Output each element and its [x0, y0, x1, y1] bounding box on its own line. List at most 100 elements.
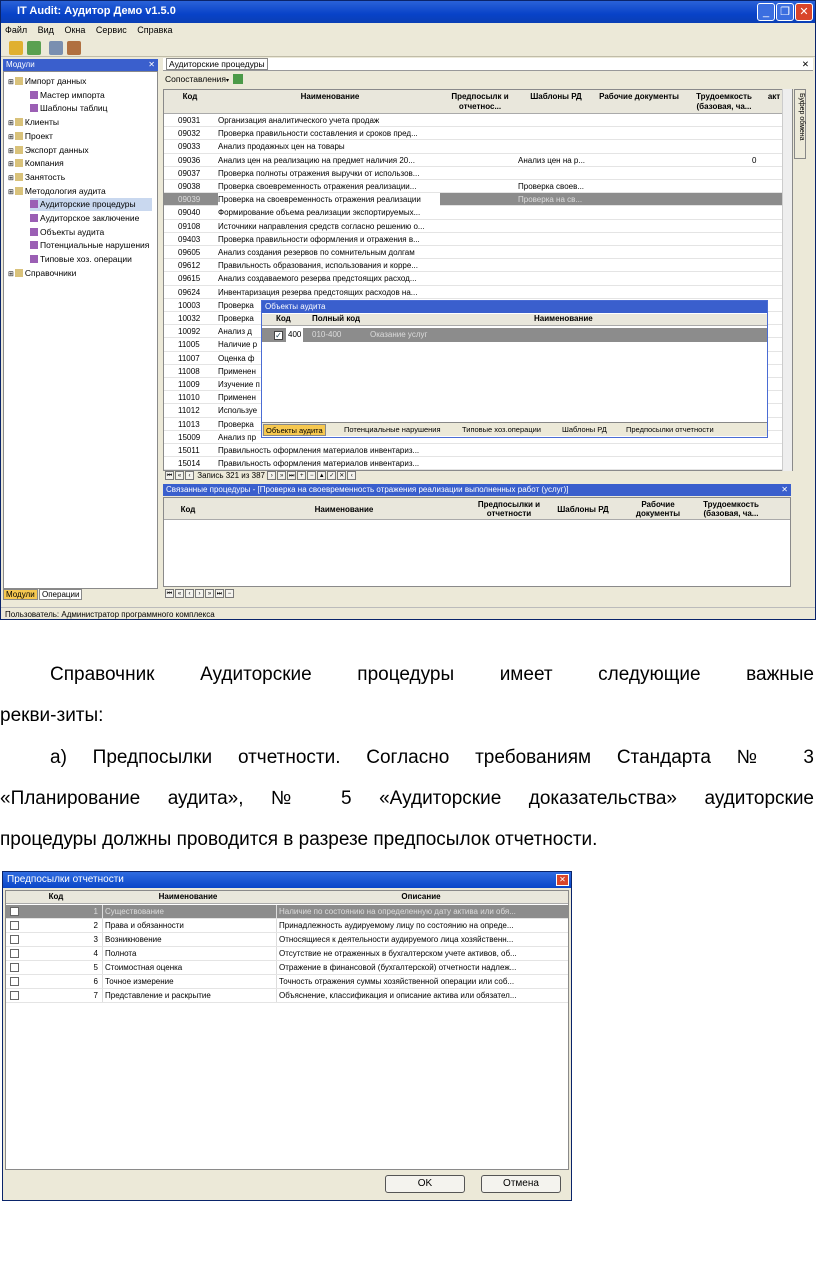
table-row[interactable]: 3 Возникновение Относящиеся к деятельности…: [6, 933, 568, 947]
linked-prev-button[interactable]: ‹: [185, 589, 194, 599]
last-record-button[interactable]: ⏭: [287, 471, 297, 481]
row-checkbox[interactable]: [10, 935, 19, 944]
tree-item[interactable]: ⊞ Компания: [8, 157, 64, 171]
tree-item[interactable]: ⊞ Методология аудита: [8, 185, 106, 199]
tree-item[interactable]: ⊞ Клиенты: [8, 116, 59, 130]
table-row[interactable]: 4 Полнота Отсутствие не отраженных в бухга…: [6, 947, 568, 961]
menu-help[interactable]: Справка: [137, 25, 172, 35]
popup-col-name[interactable]: Наименование: [534, 314, 593, 323]
tab-close-icon[interactable]: ✕: [802, 59, 809, 70]
table-row[interactable]: 09033 Анализ продажных цен на товары: [164, 140, 782, 154]
tab-modules[interactable]: Модули: [3, 589, 38, 600]
tree-item[interactable]: ⊞ Проект: [8, 130, 53, 144]
window-icon[interactable]: [49, 41, 63, 55]
menu-windows[interactable]: Окна: [64, 25, 85, 35]
cancel-button[interactable]: Отмена: [481, 1175, 561, 1193]
table-row[interactable]: 2 Права и обязанности Принадлежность аудир…: [6, 919, 568, 933]
expand-icon[interactable]: ⊞: [8, 134, 14, 141]
popup-col-code[interactable]: Код: [276, 314, 291, 323]
maximize-button[interactable]: ❐: [776, 3, 794, 21]
table-row[interactable]: 15014 Правильность оформления материалов …: [164, 457, 782, 470]
table-row[interactable]: 09615 Анализ создаваемого резерва предсто…: [164, 272, 782, 286]
row-checkbox[interactable]: [10, 921, 19, 930]
table-row[interactable]: 1 Существование Наличие по состоянию на оп…: [6, 905, 568, 919]
tree-item[interactable]: Потенциальные нарушения: [30, 239, 149, 252]
table-row[interactable]: 09036 Анализ цен на реализацию на предмет…: [164, 154, 782, 167]
table-row[interactable]: 15011 Правильность оформления материалов …: [164, 444, 782, 458]
tab-reporting-prerequisites[interactable]: Предпосылки отчетности: [624, 424, 716, 436]
row-checkbox[interactable]: [10, 977, 19, 986]
expand-icon[interactable]: ⊞: [8, 175, 14, 182]
table-row[interactable]: 7 Представление и раскрытие Объяснение, кл…: [6, 989, 568, 1003]
popup-col-fullcode[interactable]: Полный код: [312, 314, 360, 323]
tree-item[interactable]: Аудиторские процедуры: [30, 198, 152, 212]
column-header[interactable]: Предпосылк и отчетнос...: [444, 92, 516, 112]
refresh-icon[interactable]: [27, 41, 41, 55]
row-checkbox[interactable]: [10, 991, 19, 1000]
expand-icon[interactable]: ⊞: [8, 271, 14, 278]
linked-first-button[interactable]: ⏮: [165, 589, 174, 599]
linked-next-page-button[interactable]: »: [205, 589, 214, 599]
add-record-button[interactable]: +: [297, 471, 307, 481]
linked-next-button[interactable]: ›: [195, 589, 204, 599]
table-row[interactable]: 09032 Проверка правильности составления и…: [164, 127, 782, 141]
column-header[interactable]: Код: [166, 92, 214, 102]
column-header[interactable]: Наименование: [224, 505, 464, 514]
scroll-left-button[interactable]: ‹: [347, 471, 357, 481]
tree-item[interactable]: ⊞ Занятость: [8, 171, 65, 185]
popup-row[interactable]: ✓ 400 010-400 Оказание услуг: [262, 328, 767, 342]
linked-delete-button[interactable]: −: [225, 589, 234, 599]
tree-item[interactable]: ⊞ Справочники: [8, 267, 76, 281]
table-row[interactable]: 09031 Организация аналитического учета пр…: [164, 114, 782, 128]
table-row[interactable]: 09037 Проверка полноты отражения выручки …: [164, 167, 782, 180]
ok-button[interactable]: OK: [385, 1175, 465, 1193]
tab-audit-objects[interactable]: Объекты аудита: [263, 424, 326, 436]
cancel-edit-button[interactable]: ✕: [337, 471, 347, 481]
minimize-button[interactable]: _: [757, 3, 775, 21]
prev-page-button[interactable]: «: [175, 471, 184, 481]
delete-record-button[interactable]: −: [307, 471, 317, 481]
column-header[interactable]: Наименование: [216, 92, 444, 102]
table-row[interactable]: 6 Точное измерение Точность отражения сумм…: [6, 975, 568, 989]
buffer-side-tab[interactable]: Буфер обмена: [794, 89, 806, 159]
table-row[interactable]: 09039 Проверка на своевременность отражен…: [164, 193, 782, 207]
column-header[interactable]: Рабочие документы: [626, 500, 690, 518]
tree-item[interactable]: Шаблоны таблиц: [30, 102, 108, 115]
expand-icon[interactable]: ⊞: [8, 120, 14, 127]
row-checkbox[interactable]: [10, 907, 19, 916]
expand-icon[interactable]: ⊞: [8, 161, 14, 168]
table-row[interactable]: 09038 Проверка своевременность отражения …: [164, 180, 782, 194]
table-row[interactable]: 09605 Анализ создания резервов по сомните…: [164, 246, 782, 260]
popup-row-checkbox[interactable]: ✓: [274, 331, 283, 340]
procedures-scrollbar[interactable]: [782, 89, 792, 471]
next-record-button[interactable]: ›: [267, 471, 277, 481]
expand-icon[interactable]: ⊞: [8, 79, 14, 86]
table-row[interactable]: 09403 Проверка правильности оформления и …: [164, 233, 782, 246]
column-header[interactable]: Рабочие документы: [596, 92, 682, 102]
tab-operations[interactable]: Операции: [39, 589, 83, 600]
row-checkbox[interactable]: [10, 963, 19, 972]
column-header[interactable]: Наименование: [100, 891, 276, 903]
link-icon[interactable]: [233, 74, 244, 84]
tree-item[interactable]: Типовые хоз. операции: [30, 253, 132, 266]
close-button[interactable]: ✕: [795, 3, 813, 21]
menu-view[interactable]: Вид: [38, 25, 54, 35]
table-row[interactable]: 09040 Формирование объема реализации эксп…: [164, 206, 782, 220]
linked-close-icon[interactable]: ✕: [781, 485, 788, 494]
compare-button[interactable]: Сопоставления: [165, 74, 226, 84]
column-header[interactable]: Шаблоны РД: [516, 92, 596, 102]
tab-potential-violations[interactable]: Потенциальные нарушения: [342, 424, 443, 436]
menu-file[interactable]: Файл: [5, 25, 27, 35]
tab-typical-operations[interactable]: Типовые хоз.операции: [460, 424, 543, 436]
tab-rd-templates[interactable]: Шаблоны РД: [560, 424, 609, 436]
linked-prev-page-button[interactable]: «: [175, 589, 184, 599]
expand-icon[interactable]: ⊞: [8, 148, 14, 155]
tree-item[interactable]: Аудиторское заключение: [30, 212, 139, 225]
column-header[interactable]: акт: [766, 92, 782, 102]
column-header[interactable]: Трудоемкость (базовая, ча...: [696, 500, 766, 518]
first-record-button[interactable]: ⏮: [165, 471, 174, 481]
expand-icon[interactable]: ⊞: [8, 189, 14, 196]
column-header[interactable]: Шаблоны РД: [548, 505, 618, 514]
panel-close-icon[interactable]: ✕: [148, 60, 155, 69]
dialog-close-icon[interactable]: ✕: [556, 874, 569, 886]
